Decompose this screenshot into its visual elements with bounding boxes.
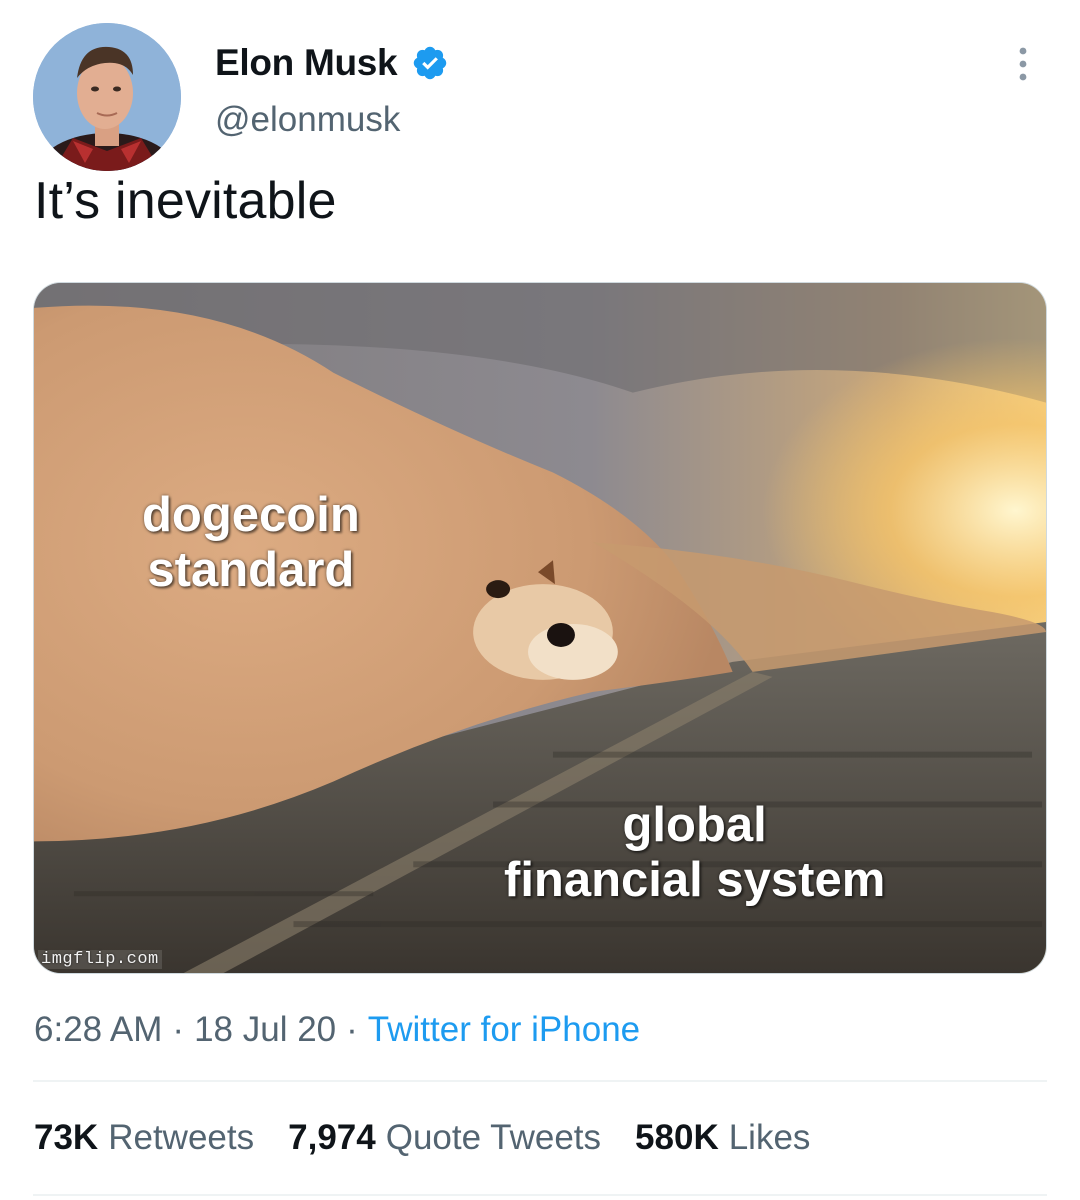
meta-separator: · (172, 1010, 185, 1049)
author-name[interactable]: Elon Musk (215, 42, 398, 84)
divider (33, 1080, 1047, 1082)
likes-label: Likes (728, 1118, 811, 1157)
retweets-label: Retweets (108, 1118, 255, 1157)
tweet-stats: 73K Retweets 7,974 Quote Tweets 580K Likes (34, 1118, 810, 1158)
meme-caption-top: dogecoin standard (142, 488, 360, 598)
meme-caption-bottom: global financial system (504, 798, 885, 908)
likes-stat[interactable]: 580K Likes (635, 1118, 810, 1158)
tweet-media-image[interactable]: dogecoin standard global financial syste… (33, 282, 1047, 974)
imgflip-watermark: imgflip.com (38, 950, 162, 969)
avatar-image (33, 23, 181, 171)
quote-tweets-stat[interactable]: 7,974 Quote Tweets (288, 1118, 601, 1158)
meta-separator: · (346, 1010, 358, 1049)
tweet-source-link[interactable]: Twitter for iPhone (368, 1010, 640, 1050)
avatar[interactable] (33, 23, 181, 171)
tweet-text: It’s inevitable (34, 172, 337, 230)
author-name-row[interactable]: Elon Musk (215, 42, 449, 84)
tweet-meta: 6:28 AM · 18 Jul 20 · Twitter for iPhone (34, 1010, 640, 1050)
meme-caption-top-line1: dogecoin (142, 488, 360, 542)
tweet-time[interactable]: 6:28 AM (34, 1010, 162, 1050)
likes-count: 580K (635, 1118, 719, 1157)
retweets-stat[interactable]: 73K Retweets (34, 1118, 254, 1158)
more-options-icon[interactable] (1008, 44, 1038, 84)
divider (33, 1194, 1047, 1196)
quote-tweets-count: 7,974 (288, 1118, 376, 1157)
verified-badge-icon (414, 46, 447, 80)
author-handle[interactable]: @elonmusk (215, 100, 400, 140)
quote-tweets-label: Quote Tweets (385, 1118, 602, 1157)
tweet-date[interactable]: 18 Jul 20 (194, 1010, 336, 1050)
meme-caption-bottom-line2: financial system (504, 852, 886, 907)
retweets-count: 73K (34, 1118, 99, 1157)
meme-caption-top-line2: standard (147, 542, 355, 597)
meme-caption-bottom-line1: global (622, 798, 767, 852)
